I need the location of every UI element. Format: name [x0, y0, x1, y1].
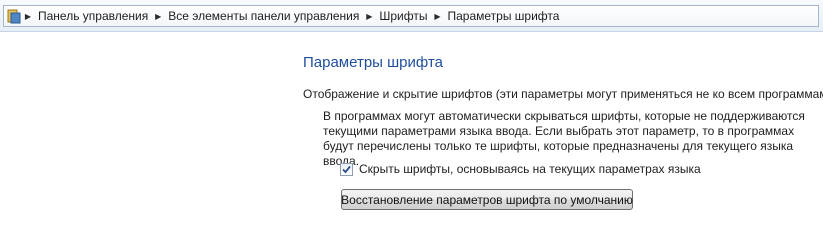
breadcrumb-arrow-icon[interactable]: ▶ [430, 12, 444, 21]
description-text: В программах могут автоматически скрыват… [323, 109, 805, 168]
breadcrumb-item-control-panel[interactable]: Панель управления [35, 9, 151, 23]
page-title: Параметры шрифта [303, 54, 443, 71]
hide-fonts-option[interactable]: Скрыть шрифты, основываясь на текущих па… [340, 162, 701, 176]
hide-fonts-label[interactable]: Скрыть шрифты, основываясь на текущих па… [359, 162, 701, 176]
hide-fonts-checkbox[interactable] [340, 162, 353, 176]
breadcrumb[interactable]: ▶ Панель управления ▶ Все элементы панел… [3, 5, 819, 27]
group-header-label: Отображение и скрытие шрифтов (эти парам… [303, 87, 823, 101]
breadcrumb-item-all-items[interactable]: Все элементы панели управления [165, 9, 362, 23]
breadcrumb-item-fonts[interactable]: Шрифты [376, 9, 430, 23]
main-content: Параметры шрифта Отображение и скрытие ш… [0, 32, 823, 218]
restore-default-fonts-button[interactable]: Восстановление параметров шрифта по умол… [341, 189, 633, 210]
breadcrumb-item-font-settings[interactable]: Параметры шрифта [444, 9, 562, 23]
breadcrumb-arrow-icon[interactable]: ▶ [151, 12, 165, 21]
checkmark-icon [342, 165, 351, 173]
breadcrumb-arrow-icon[interactable]: ▶ [362, 12, 376, 21]
group-header: Отображение и скрытие шрифтов (эти парам… [303, 87, 823, 101]
breadcrumb-arrow-icon[interactable]: ▶ [21, 12, 35, 21]
control-panel-icon[interactable] [7, 8, 21, 24]
address-bar: ▶ Панель управления ▶ Все элементы панел… [0, 0, 823, 32]
